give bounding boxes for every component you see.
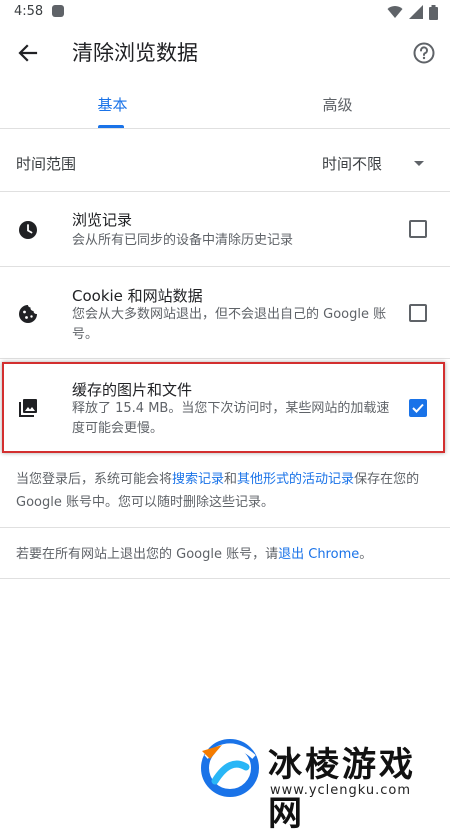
tab-bar: 基本 高级 (0, 80, 450, 129)
item-description: 您会从大多数网站退出，但不会退出自己的 Google 账号。 (72, 307, 387, 342)
time-range-value: 时间不限 (322, 155, 383, 173)
list-item-cookies[interactable]: Cookie 和网站数据 您会从大多数网站退出，但不会退出自己的 Google … (0, 267, 450, 359)
search-history-link[interactable]: 搜索记录 (172, 472, 224, 487)
help-button[interactable] (406, 35, 442, 71)
sign-out-info-text: 若要在所有网站上退出您的 Google 账号，请退出 Chrome。 (16, 543, 372, 562)
watermark-url: www.yclengku.com (270, 783, 412, 798)
wifi-icon (387, 6, 403, 19)
list-item-history[interactable]: 浏览记录 会从所有已同步的设备中清除历史记录 (0, 192, 450, 267)
tab-advanced[interactable]: 高级 (225, 80, 450, 128)
watermark-logo-icon (201, 739, 259, 797)
arrow-back-icon (18, 44, 38, 62)
footer-text: 和 (224, 472, 238, 487)
activity-info-text: 当您登录后，系统可能会将搜索记录和其他形式的活动记录保存在您的 Google 账… (16, 468, 436, 514)
help-icon (413, 42, 435, 64)
cookies-checkbox[interactable] (409, 304, 427, 322)
time-range-row: 时间范围 时间不限 (0, 135, 450, 192)
cookie-icon (16, 302, 40, 326)
highlight-frame (2, 362, 445, 453)
item-title: Cookie 和网站数据 (72, 287, 203, 305)
battery-icon (429, 4, 438, 20)
status-time: 4:58 (14, 4, 44, 19)
status-bar: 4:58 (0, 0, 450, 26)
footer-text: 若要在所有网站上退出您的 Google 账号，请 (16, 547, 279, 562)
footer-text: 当您登录后，系统可能会将 (16, 472, 173, 487)
dropdown-arrow-icon (414, 161, 424, 166)
history-checkbox[interactable] (409, 220, 427, 238)
sign-out-chrome-link[interactable]: 退出 Chrome (278, 547, 359, 562)
watermark: 冰棱游戏网 www.yclengku.com (198, 735, 450, 834)
footer-text: 。 (359, 547, 373, 562)
clock-icon (16, 218, 40, 242)
status-icons (387, 4, 438, 20)
tab-basic[interactable]: 基本 (0, 80, 225, 128)
signal-icon (409, 5, 423, 19)
divider (0, 578, 450, 579)
app-bar: 清除浏览数据 (0, 26, 450, 80)
time-range-dropdown[interactable]: 时间不限 (300, 143, 440, 183)
other-activity-link[interactable]: 其他形式的活动记录 (237, 472, 354, 487)
notification-icon (52, 5, 64, 17)
divider (0, 527, 450, 528)
tab-indicator (98, 125, 124, 128)
item-title: 浏览记录 (72, 211, 133, 229)
time-range-label: 时间范围 (16, 155, 77, 173)
item-description: 会从所有已同步的设备中清除历史记录 (72, 233, 294, 248)
page-title: 清除浏览数据 (72, 41, 198, 65)
back-button[interactable] (10, 35, 46, 71)
